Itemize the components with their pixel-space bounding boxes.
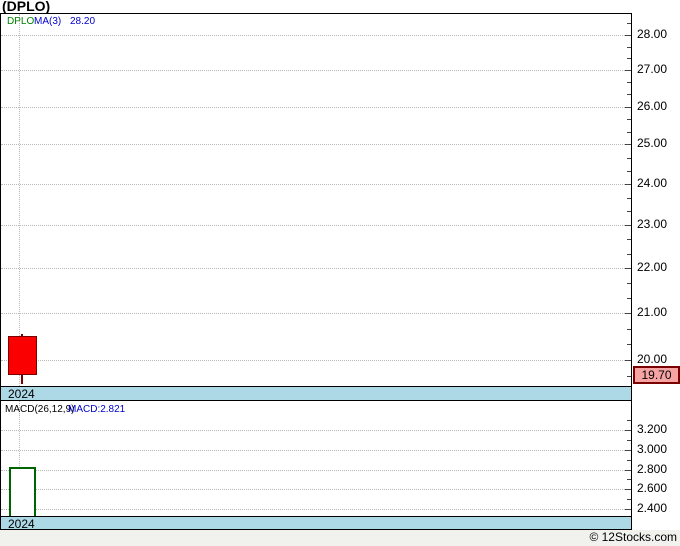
main-y-major-tick [625, 106, 631, 108]
macd-gridline [1, 449, 631, 451]
macd-xaxis-band: 2024 [1, 516, 631, 531]
main-y-minor-tick [627, 131, 631, 133]
main-gridline [1, 312, 631, 314]
macd-y-axis-label: 2.800 [637, 461, 668, 476]
main-y-major-tick [625, 267, 631, 269]
main-y-major-tick [625, 70, 631, 72]
macd-y-axis-label: 2.600 [637, 481, 668, 496]
main-gridline [1, 106, 631, 108]
main-y-major-tick [625, 224, 631, 226]
main-y-minor-tick [627, 58, 631, 60]
main-y-major-tick [625, 359, 631, 361]
main-y-minor-tick [627, 170, 631, 172]
main-y-minor-tick [627, 328, 631, 330]
watermark-footer: © 12Stocks.com [0, 530, 680, 546]
macd-y-major-tick [625, 449, 631, 451]
main-y-minor-tick [627, 197, 631, 199]
main-gridline [1, 224, 631, 226]
candlestick-down-body [8, 336, 37, 375]
last-price-tag: 19.70 [633, 366, 680, 384]
main-xaxis-band: 2024 [1, 386, 631, 401]
main-y-major-tick [625, 312, 631, 314]
main-y-minor-tick [627, 253, 631, 255]
main-y-axis-label: 27.00 [637, 62, 668, 77]
macd-y-axis-label: 2.400 [637, 501, 668, 515]
main-y-axis-label: 25.00 [637, 136, 668, 151]
main-y-minor-tick [627, 82, 631, 84]
macd-y-major-tick [625, 430, 631, 431]
main-gridline [1, 70, 631, 72]
main-gridline [1, 183, 631, 185]
main-xaxis-year-label: 2024 [8, 387, 35, 401]
macd-legend-value: MACD:2.821 [68, 404, 126, 415]
macd-y-major-tick [625, 469, 631, 471]
macd-histogram-bar [9, 467, 36, 516]
main-y-axis-label: 20.00 [637, 351, 668, 366]
macd-y-major-tick [625, 489, 631, 491]
main-y-axis-label: 21.00 [637, 304, 668, 319]
main-chart-panel [0, 13, 632, 401]
stock-chart-page: (DPLO) DPLO MA(3) 28.20 2024 19.70 MACD(… [0, 0, 680, 546]
macd-gridline [1, 509, 631, 510]
main-y-axis-label: 28.00 [637, 26, 668, 41]
main-y-minor-tick [627, 375, 631, 377]
macd-gridline [1, 430, 631, 431]
main-y-axis-label: 22.00 [637, 259, 668, 274]
macd-y-minor-tick [627, 439, 631, 441]
main-y-major-tick [625, 144, 631, 146]
main-y-axis-label: 24.00 [637, 175, 668, 190]
main-y-major-tick [625, 34, 631, 36]
main-y-minor-tick [627, 211, 631, 213]
main-y-minor-tick [627, 282, 631, 284]
candle-lower-wick [21, 374, 23, 385]
main-y-minor-tick [627, 344, 631, 346]
main-y-minor-tick [627, 157, 631, 159]
legend-ma-label: MA(3) [34, 16, 62, 27]
main-y-axis-label: 26.00 [637, 98, 668, 113]
main-y-minor-tick [627, 46, 631, 48]
macd-legend-label: MACD(26,12,9) [5, 404, 75, 415]
main-gridline [1, 34, 631, 36]
macd-gridline [1, 469, 631, 471]
main-gridline [1, 359, 631, 361]
macd-y-axis-label: 3.000 [637, 441, 668, 456]
legend-symbol: DPLO [7, 16, 35, 27]
main-gridline [1, 144, 631, 146]
macd-y-minor-tick [627, 479, 631, 481]
main-y-minor-tick [627, 23, 631, 25]
macd-y-axis-label: 3.200 [637, 422, 668, 436]
main-y-minor-tick [627, 119, 631, 121]
macd-xaxis-year-label: 2024 [8, 517, 35, 531]
main-gridline [1, 267, 631, 269]
main-y-minor-tick [627, 297, 631, 299]
macd-y-minor-tick [627, 459, 631, 461]
main-y-minor-tick [627, 239, 631, 241]
main-y-axis-label: 23.00 [637, 216, 668, 231]
main-y-minor-tick [627, 94, 631, 96]
macd-y-minor-tick [627, 420, 631, 422]
macd-gridline [1, 489, 631, 491]
macd-y-major-tick [625, 509, 631, 510]
main-y-major-tick [625, 183, 631, 185]
macd-panel [0, 400, 632, 530]
macd-y-minor-tick [627, 499, 631, 501]
page-title: (DPLO) [2, 0, 51, 14]
legend-ma-value: 28.20 [70, 16, 96, 27]
